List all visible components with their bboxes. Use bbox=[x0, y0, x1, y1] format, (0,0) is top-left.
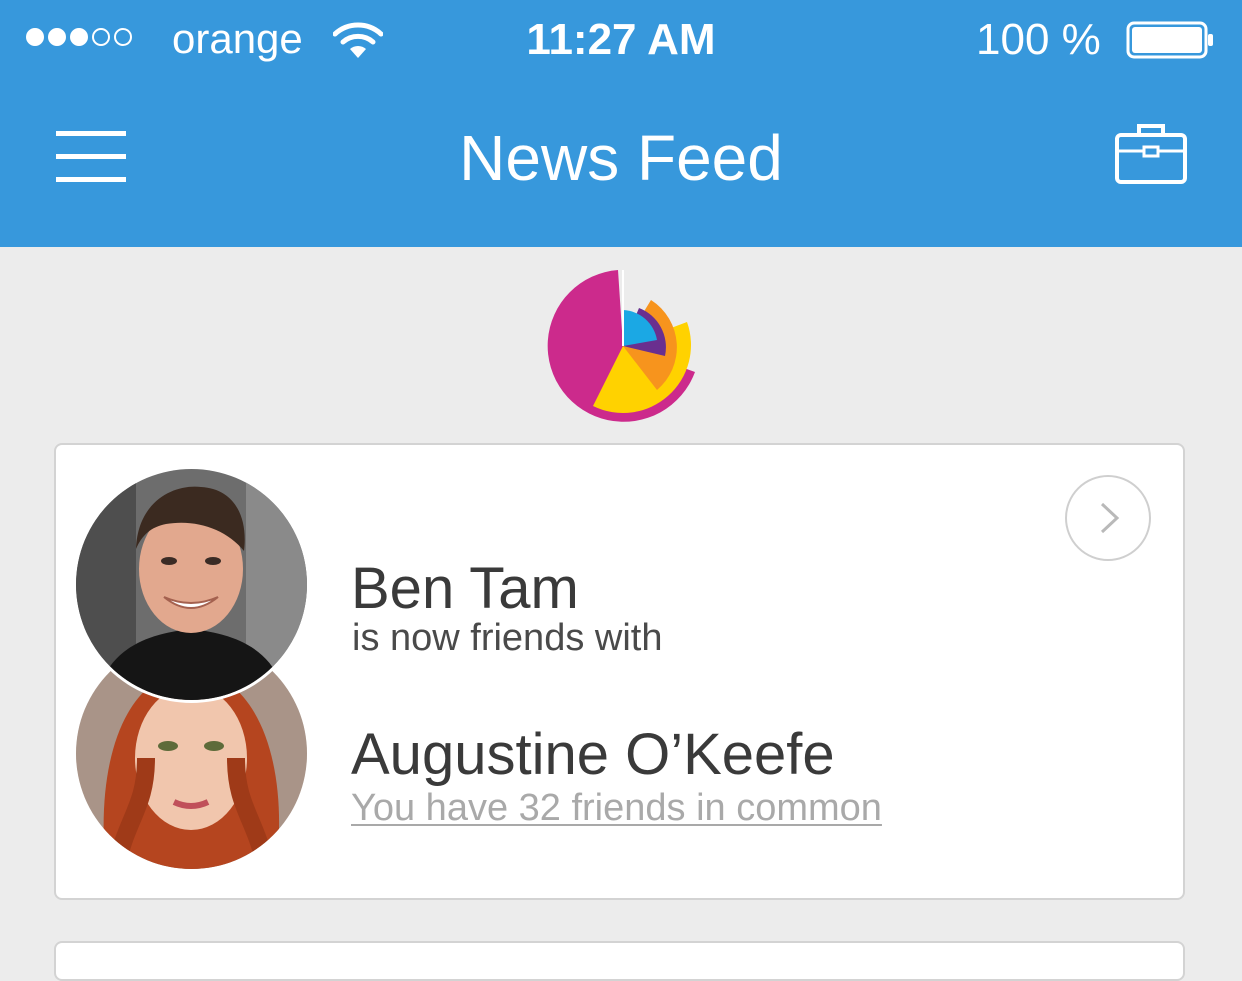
activity-text: is now friends with bbox=[352, 617, 663, 659]
chevron-right-button[interactable] bbox=[1065, 475, 1151, 561]
chevron-right-icon bbox=[1100, 502, 1120, 534]
actor-name[interactable]: Ben Tam bbox=[351, 556, 579, 622]
battery-percent: 100 % bbox=[976, 15, 1101, 64]
friend-name[interactable]: Augustine O’Keefe bbox=[351, 722, 835, 788]
page-title: News Feed bbox=[459, 122, 783, 194]
feed-card-next[interactable] bbox=[54, 941, 1185, 981]
battery-icon bbox=[1126, 21, 1213, 59]
common-friends-link[interactable]: You have 32 friends in common bbox=[351, 787, 882, 829]
briefcase-icon[interactable] bbox=[1114, 121, 1188, 185]
top-bar: orange 11:27 AM 100 % News Feed bbox=[0, 0, 1242, 247]
avatar-ben bbox=[73, 466, 310, 703]
status-bar: orange 11:27 AM 100 % bbox=[0, 0, 1242, 82]
app-logo bbox=[547, 270, 695, 422]
